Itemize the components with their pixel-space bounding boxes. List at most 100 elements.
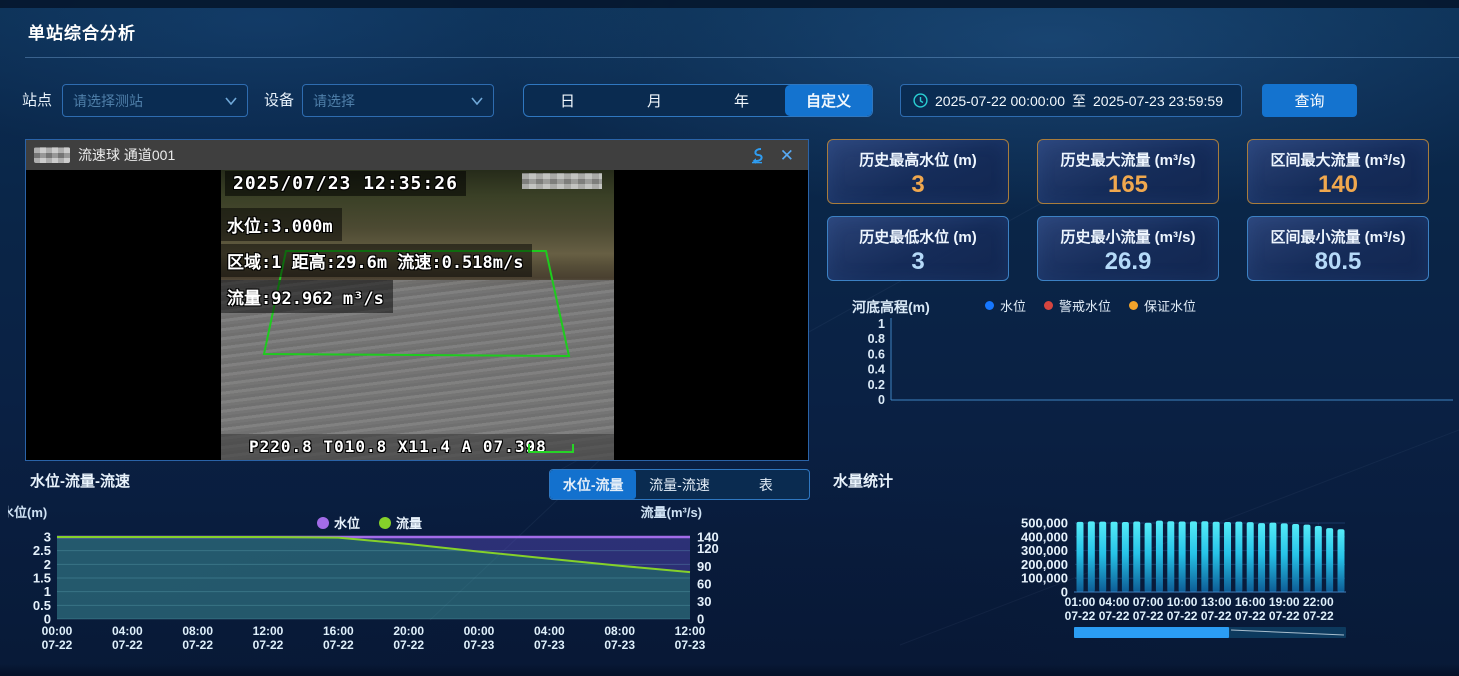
svg-text:07-22: 07-22	[1099, 609, 1130, 623]
svg-text:0.4: 0.4	[868, 363, 885, 377]
svg-text:1: 1	[878, 317, 885, 331]
svg-text:20:00: 20:00	[393, 624, 424, 638]
device-placeholder: 请选择	[313, 91, 355, 111]
svg-text:400,000: 400,000	[1021, 529, 1068, 544]
svg-text:07:00: 07:00	[1133, 595, 1164, 609]
svg-text:100,000: 100,000	[1021, 571, 1068, 586]
close-icon[interactable]: ✕	[780, 147, 794, 164]
x-axis-labels: 00:0007-2204:0007-2208:0007-2212:0007-22…	[42, 624, 706, 652]
stat-card-label: 历史最低水位 (m)	[828, 226, 1008, 247]
svg-text:0.2: 0.2	[868, 378, 885, 392]
blurred-station-name	[34, 147, 70, 163]
svg-text:04:00: 04:00	[112, 624, 143, 638]
svg-text:00:00: 00:00	[42, 624, 73, 638]
svg-text:07-23: 07-23	[534, 638, 565, 652]
svg-text:07-22: 07-22	[253, 638, 284, 652]
period-option-月[interactable]: 月	[611, 85, 698, 116]
ptz-status-text: P220.8 T010.8 X11.4 A 07.398	[249, 437, 547, 456]
svg-text:500,000: 500,000	[1021, 516, 1068, 531]
stat-card-grid: 历史最高水位 (m)3历史最大流量 (m³/s)165区间最大流量 (m³/s)…	[827, 139, 1429, 281]
area-distance-velocity-osd: 区域:1 距高:29.6m 流速:0.518m/s	[221, 244, 532, 277]
period-option-日[interactable]: 日	[524, 85, 611, 116]
video-title: 流速球 通道001	[78, 145, 175, 165]
svg-text:08:00: 08:00	[604, 624, 635, 638]
svg-text:60: 60	[697, 576, 711, 591]
tab-水位-流量[interactable]: 水位-流量	[550, 470, 636, 499]
station-select[interactable]: 请选择测站	[62, 84, 248, 117]
stat-card-value: 165	[1038, 171, 1218, 199]
video-frame: 2025/07/23 12:35:26 水位:3.000m 区域:1 距高:29…	[221, 170, 614, 460]
chevron-down-icon	[471, 97, 483, 105]
station-placeholder: 请选择测站	[73, 91, 143, 111]
volume-panel-title: 水量统计	[833, 470, 893, 491]
riverbed-axes: 10.80.60.40.20	[868, 317, 1453, 407]
query-button[interactable]: 查询	[1262, 84, 1357, 117]
stat-card-value: 3	[828, 248, 1008, 276]
stat-card-value: 140	[1248, 171, 1428, 199]
svg-text:01:00: 01:00	[1065, 595, 1096, 609]
water-volume-chart: 500,000400,000300,000200,000100,000001:0…	[955, 503, 1459, 676]
svg-text:08:00: 08:00	[182, 624, 213, 638]
legend-dot	[1044, 301, 1053, 310]
video-feed: 2025/07/23 12:35:26 水位:3.000m 区域:1 距高:29…	[26, 170, 808, 460]
svg-text:流量(m³/s): 流量(m³/s)	[641, 505, 702, 520]
svg-text:90: 90	[697, 559, 711, 574]
svg-text:300,000: 300,000	[1021, 543, 1068, 558]
stat-card: 历史最高水位 (m)3	[827, 139, 1009, 204]
period-option-自定义[interactable]: 自定义	[785, 85, 872, 116]
stat-card: 区间最大流量 (m³/s)140	[1247, 139, 1429, 204]
chevron-down-icon	[225, 97, 237, 105]
svg-text:0.6: 0.6	[868, 347, 885, 361]
svg-text:19:00: 19:00	[1269, 595, 1300, 609]
svg-text:07-23: 07-23	[464, 638, 495, 652]
stat-card: 历史最小流量 (m³/s)26.9	[1037, 216, 1219, 281]
stat-card-label: 历史最小流量 (m³/s)	[1038, 226, 1218, 247]
period-segmented-control: 日月年自定义	[523, 84, 873, 117]
tab-流量-流速[interactable]: 流量-流速	[636, 470, 722, 499]
device-label: 设备	[264, 84, 294, 117]
device-select[interactable]: 请选择	[302, 84, 494, 117]
svg-text:10:00: 10:00	[1167, 595, 1198, 609]
svg-text:07-22: 07-22	[112, 638, 143, 652]
stat-card: 区间最小流量 (m³/s)80.5	[1247, 216, 1429, 281]
svg-text:00:00: 00:00	[464, 624, 495, 638]
blurred-watermark	[522, 173, 602, 189]
svg-text:07-22: 07-22	[323, 638, 354, 652]
hydro-panel-title: 水位-流量-流速	[30, 470, 130, 491]
stat-card-label: 历史最高水位 (m)	[828, 149, 1008, 170]
video-status-bar: P220.8 T010.8 X11.4 A 07.398	[221, 434, 614, 460]
svg-text:07-22: 07-22	[1201, 609, 1232, 623]
stage-flow-chart: 水位(m)流量(m³/s)32.521.510.5014012090603000…	[8, 503, 810, 663]
svg-text:30: 30	[697, 594, 711, 609]
tab-表[interactable]: 表	[723, 470, 809, 499]
svg-text:16:00: 16:00	[1235, 595, 1266, 609]
svg-text:200,000: 200,000	[1021, 557, 1068, 572]
legend-dot	[985, 301, 994, 310]
date-separator: 至	[1072, 91, 1086, 111]
svg-text:12:00: 12:00	[253, 624, 284, 638]
svg-text:04:00: 04:00	[1099, 595, 1130, 609]
y-axis-labels: 500,000400,000300,000200,000100,0000	[1021, 516, 1068, 600]
svg-text:07-23: 07-23	[604, 638, 635, 652]
video-timestamp: 2025/07/23 12:35:26	[225, 171, 466, 196]
stat-card-value: 26.9	[1038, 248, 1218, 276]
stream-switch-icon[interactable]	[748, 146, 766, 164]
chart-legend: 水位流量	[317, 516, 422, 531]
svg-text:07-22: 07-22	[1133, 609, 1164, 623]
video-panel: 2025/07/23 12:35:26 水位:3.000m 区域:1 距高:29…	[25, 139, 809, 461]
page-title: 单站综合分析	[28, 19, 136, 44]
svg-text:水位: 水位	[334, 516, 360, 531]
title-divider	[25, 57, 1459, 58]
svg-text:07-23: 07-23	[675, 638, 706, 652]
date-end: 2025-07-23 23:59:59	[1093, 93, 1223, 109]
video-measurements: 水位:3.000m 区域:1 距高:29.6m 流速:0.518m/s 流量:9…	[221, 208, 532, 316]
svg-text:07-22: 07-22	[1065, 609, 1096, 623]
discharge-osd: 流量:92.962 m³/s	[221, 280, 393, 313]
datazoom-slider[interactable]	[1074, 627, 1346, 638]
date-range-picker[interactable]: 2025-07-22 00:00:00 至 2025-07-23 23:59:5…	[900, 84, 1242, 117]
hydro-tabs: 水位-流量流量-流速表	[549, 469, 810, 500]
stat-card-label: 历史最大流量 (m³/s)	[1038, 149, 1218, 170]
svg-text:120: 120	[697, 541, 719, 556]
period-option-年[interactable]: 年	[698, 85, 785, 116]
date-start: 2025-07-22 00:00:00	[935, 93, 1065, 109]
